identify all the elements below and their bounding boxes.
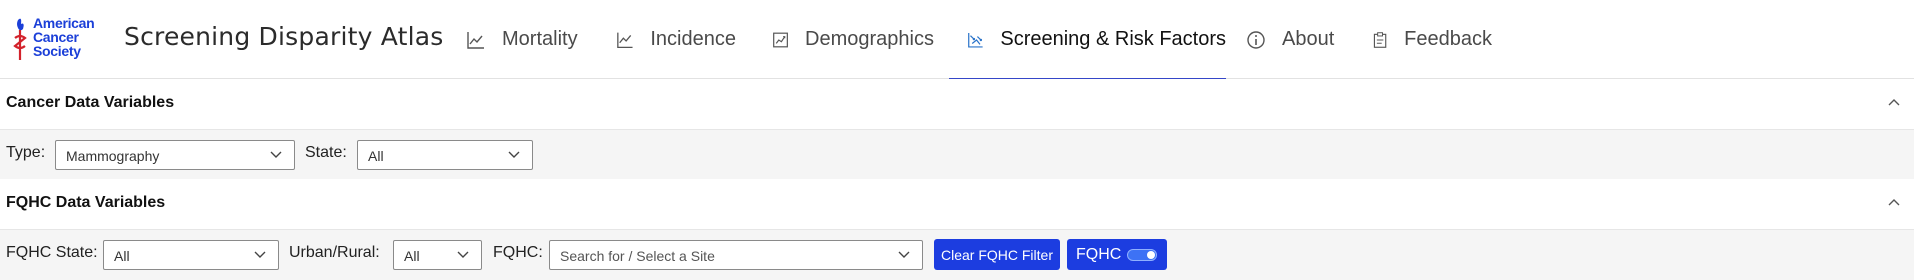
fqhc-label: FQHC: (493, 244, 543, 261)
clipboard-icon (1373, 31, 1387, 48)
line-chart-icon (467, 31, 484, 49)
chevron-down-icon (508, 151, 520, 158)
clear-fqhc-filter-button[interactable]: Clear FQHC Filter (934, 239, 1060, 270)
line-chart-icon (617, 32, 633, 48)
logo-line-1: American (33, 15, 95, 31)
logo-line-3: Society (33, 43, 81, 59)
type-label: Type: (6, 144, 46, 161)
fqhc-site-search[interactable]: Search for / Select a Site (549, 240, 923, 270)
tab-label: About (1282, 28, 1335, 50)
american-cancer-society-logo[interactable]: American Cancer Society (10, 14, 110, 66)
logo-line-2: Cancer (33, 29, 79, 45)
type-select[interactable]: Mammography (55, 140, 295, 170)
torch-icon (13, 18, 27, 60)
state-label: State: (305, 144, 347, 161)
chart-box-icon (773, 32, 788, 47)
urban-rural-select-value: All (404, 248, 420, 264)
tab-screening-risk-factors[interactable]: Screening & Risk Factors (949, 0, 1226, 80)
chevron-down-icon (898, 251, 910, 258)
tab-feedback[interactable]: Feedback (1372, 0, 1492, 79)
urban-rural-label: Urban/Rural: (289, 244, 380, 261)
section-title: Cancer Data Variables (6, 94, 175, 111)
fqhc-state-select-value: All (114, 248, 130, 264)
toggle-switch[interactable] (1127, 249, 1157, 261)
chevron-down-icon (254, 251, 266, 258)
info-icon (1247, 30, 1265, 49)
chevron-down-icon (457, 251, 469, 258)
tab-label: Mortality (502, 28, 578, 50)
tab-incidence[interactable]: Incidence (616, 0, 736, 79)
fqhc-data-variables-panel: FQHC State: All Urban/Rural: All FQHC: S… (0, 230, 1914, 280)
type-select-value: Mammography (66, 148, 160, 164)
tab-label: Incidence (650, 28, 736, 50)
tab-about[interactable]: About (1246, 0, 1336, 79)
tab-label: Demographics (805, 28, 934, 50)
scatter-chart-icon (968, 32, 983, 48)
logo-wordmark: American Cancer Society (33, 15, 95, 59)
fqhc-data-variables-header[interactable]: FQHC Data Variables (0, 179, 1914, 230)
fqhc-toggle-label: FQHC (1076, 245, 1122, 263)
tab-label: Screening & Risk Factors (1000, 28, 1226, 50)
fqhc-site-placeholder: Search for / Select a Site (560, 248, 715, 264)
state-select-value: All (368, 148, 384, 164)
section-title: FQHC Data Variables (6, 194, 166, 211)
cancer-data-variables-panel: Type: Mammography State: All (0, 130, 1914, 179)
tab-mortality[interactable]: Mortality (466, 0, 584, 79)
top-navigation-bar: American Cancer Society Screening Dispar… (0, 0, 1914, 80)
state-select[interactable]: All (357, 140, 533, 170)
fqhc-state-label: FQHC State: (6, 244, 98, 261)
fqhc-state-select[interactable]: All (103, 240, 279, 270)
cancer-data-variables-header[interactable]: Cancer Data Variables (0, 79, 1914, 130)
app-title: Screening Disparity Atlas (124, 22, 444, 51)
toggle-knob (1147, 251, 1155, 259)
chevron-up-icon[interactable] (1886, 95, 1902, 111)
fqhc-toggle-button[interactable]: FQHC (1067, 239, 1167, 270)
chevron-up-icon[interactable] (1886, 195, 1902, 211)
tab-label: Feedback (1404, 28, 1492, 50)
tab-demographics[interactable]: Demographics (772, 0, 934, 79)
chevron-down-icon (270, 151, 282, 158)
urban-rural-select[interactable]: All (393, 240, 482, 270)
